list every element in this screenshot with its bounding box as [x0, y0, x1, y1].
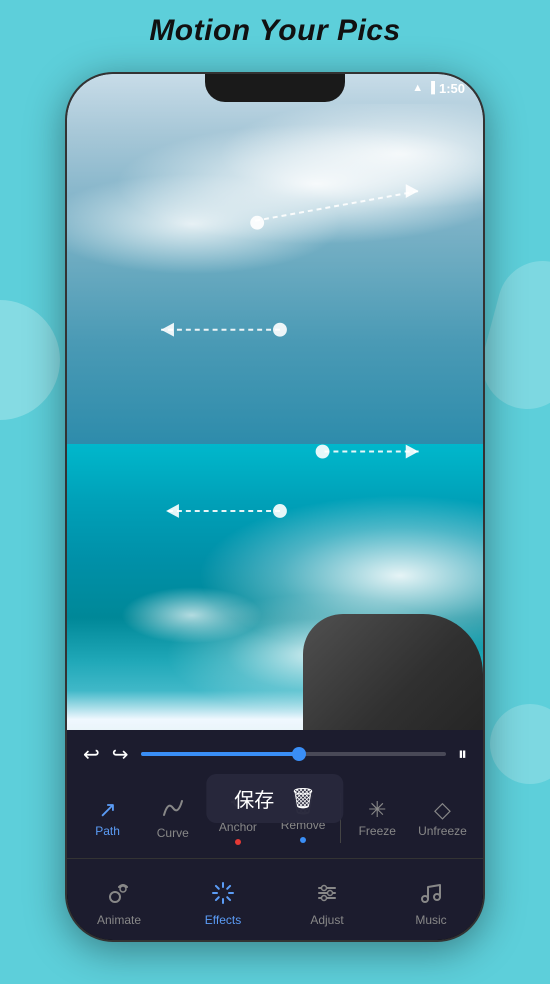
- nav-adjust[interactable]: Adjust: [275, 873, 379, 927]
- nav-effects[interactable]: Effects: [171, 873, 275, 927]
- page-title: Motion Your Pics: [0, 0, 550, 58]
- curve-icon: [162, 797, 184, 823]
- pause-button[interactable]: ⏸: [458, 744, 467, 765]
- effects-icon: [211, 881, 235, 909]
- progress-bar[interactable]: [141, 752, 446, 756]
- freeze-icon: ✳: [368, 799, 386, 821]
- animate-icon: [107, 881, 131, 909]
- rocks-layer: [303, 614, 483, 734]
- progress-thumb[interactable]: [292, 747, 306, 761]
- bg-decoration-bottom: [490, 704, 550, 784]
- phone-shell: ▲ ▐ 1:50: [65, 72, 485, 942]
- freeze-label: Freeze: [359, 825, 396, 837]
- curve-label: Curve: [157, 827, 189, 839]
- delete-icon[interactable]: 🗑: [290, 786, 315, 811]
- animate-label: Animate: [97, 913, 141, 927]
- wifi-icon: ▲: [412, 82, 423, 94]
- music-icon: [419, 881, 443, 909]
- adjust-label: Adjust: [310, 913, 343, 927]
- status-icons: ▲ ▐ 1:50: [412, 81, 465, 96]
- toolbar-area: ↩ ↪ ⏸ 保存 🗑 ↗ Path: [67, 730, 483, 940]
- path-icon: ↗: [98, 799, 116, 821]
- music-label: Music: [415, 913, 446, 927]
- bottom-nav: Animate: [67, 858, 483, 940]
- save-tooltip: 保存 🗑: [206, 774, 343, 823]
- effects-label: Effects: [205, 913, 241, 927]
- unfreeze-button[interactable]: ◇ Unfreeze: [410, 799, 475, 837]
- unfreeze-icon: ◇: [434, 799, 451, 821]
- phone-screen: ▲ ▐ 1:50: [67, 74, 483, 940]
- save-label[interactable]: 保存: [234, 784, 274, 813]
- redo-button[interactable]: ↪: [112, 742, 129, 767]
- anchor-dot: [235, 839, 241, 845]
- remove-dot: [300, 837, 306, 843]
- curve-button[interactable]: Curve: [140, 797, 205, 839]
- unfreeze-label: Unfreeze: [418, 825, 467, 837]
- battery-icon: ▐: [427, 82, 435, 94]
- playback-bar: ↩ ↪ ⏸: [67, 730, 483, 778]
- photo-area[interactable]: [67, 74, 483, 734]
- freeze-button[interactable]: ✳ Freeze: [345, 799, 410, 837]
- undo-button[interactable]: ↩: [83, 742, 100, 767]
- nav-music[interactable]: Music: [379, 873, 483, 927]
- bg-decoration-left: [0, 300, 60, 420]
- nav-animate[interactable]: Animate: [67, 873, 171, 927]
- clouds-layer: [67, 104, 483, 304]
- notch: [205, 74, 345, 102]
- path-label: Path: [95, 825, 120, 837]
- path-button[interactable]: ↗ Path: [75, 799, 140, 837]
- adjust-icon: [315, 881, 339, 909]
- status-time: 1:50: [439, 81, 465, 96]
- progress-fill: [141, 752, 300, 756]
